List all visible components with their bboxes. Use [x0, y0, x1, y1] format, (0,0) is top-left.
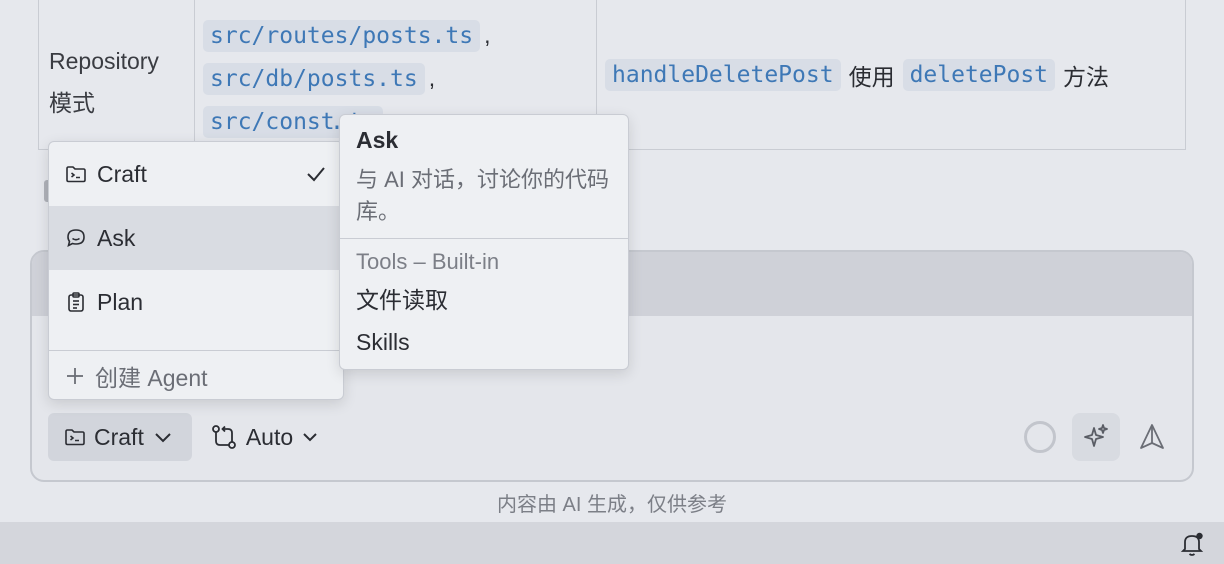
mode-label: Craft [94, 423, 144, 450]
desc-text: 使用 [848, 63, 895, 90]
tooltip-title: Ask [356, 127, 399, 153]
enhance-prompt-button[interactable] [1072, 413, 1120, 461]
file-code: src/routes/posts.ts [203, 19, 481, 52]
menu-item-plan[interactable]: Plan [49, 270, 343, 334]
pattern-label-line2: 模式 [49, 90, 95, 116]
file-code: src/db/posts.ts [203, 62, 425, 95]
menu-item-label: Ask [97, 224, 136, 251]
chevron-down-icon [152, 426, 174, 448]
route-icon [210, 423, 238, 451]
table-cell-description: handleDeletePost 使用 deletePost 方法 [597, 0, 1185, 149]
plus-icon [65, 366, 85, 386]
tools-section-label: Tools – Built-in [356, 249, 500, 274]
mode-dropdown-menu: Craft Ask Plan 创建 Agent [48, 141, 344, 400]
notification-bell-icon[interactable] [1178, 530, 1206, 558]
checkmark-icon [305, 163, 327, 185]
function-code: handleDeletePost [605, 58, 841, 91]
terminal-folder-icon [65, 163, 87, 185]
sparkle-icon [1081, 422, 1111, 452]
mode-selector-button[interactable]: Craft [48, 413, 192, 461]
tooltip-description: 与 AI 对话，讨论你的代码库。 [356, 167, 610, 224]
model-selector-button[interactable]: Auto [210, 423, 319, 451]
separator: , [484, 22, 491, 48]
function-code: deletePost [902, 58, 1056, 91]
send-button[interactable] [1128, 413, 1176, 461]
agent-info-tooltip: Ask 与 AI 对话，讨论你的代码库。 Tools – Built-in 文件… [339, 114, 629, 370]
tool-item: Skills [356, 329, 410, 355]
send-icon [1137, 422, 1167, 452]
create-agent-label: 创建 Agent [95, 365, 208, 391]
create-agent-button[interactable]: 创建 Agent [49, 351, 343, 399]
composer-toolbar: Craft Auto [48, 412, 1176, 462]
clipboard-icon [65, 291, 87, 313]
tool-item: 文件读取 [356, 287, 448, 313]
status-bar [0, 522, 1224, 564]
menu-item-craft[interactable]: Craft [49, 142, 343, 206]
chevron-down-icon [301, 428, 319, 446]
chat-bubble-icon [65, 227, 87, 249]
menu-item-label: Craft [97, 160, 147, 187]
model-label: Auto [245, 423, 294, 450]
ai-disclaimer: 内容由 AI 生成，仅供参考 [496, 494, 727, 516]
pattern-label-line1: Repository [49, 48, 159, 74]
desc-text: 方法 [1063, 63, 1110, 90]
file-line: src/db/posts.ts , [203, 57, 596, 100]
table-cell-pattern: Repository 模式 [39, 0, 195, 149]
context-usage-ring [1024, 421, 1056, 453]
menu-item-ask[interactable]: Ask [49, 206, 343, 270]
file-line: src/routes/posts.ts , [203, 14, 596, 57]
composer-actions [1024, 413, 1176, 461]
menu-item-label: Plan [97, 288, 144, 315]
app-page: Repository 模式 src/routes/posts.ts , src/… [0, 0, 1224, 564]
terminal-folder-icon [64, 426, 86, 448]
separator: , [428, 65, 436, 91]
